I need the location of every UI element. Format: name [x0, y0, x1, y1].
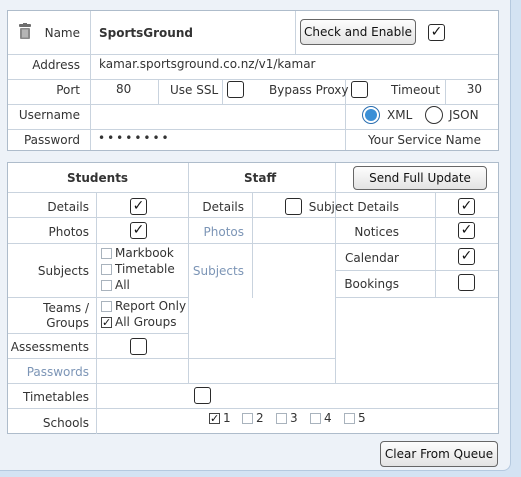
timetable-checkbox[interactable]: [101, 264, 112, 275]
staff-details-checkbox[interactable]: [285, 198, 302, 215]
students-details-label: Details: [47, 200, 89, 214]
use-ssl-label: Use SSL: [170, 83, 219, 97]
school-3-label: 3: [290, 411, 298, 425]
students-photos-label: Photos: [48, 225, 89, 239]
use-ssl-checkbox[interactable]: [227, 81, 244, 98]
groups-label: Groups: [46, 316, 89, 330]
subject-details-label: Subject Details: [308, 200, 399, 214]
staff-photos-label: Photos: [203, 225, 244, 239]
timetable-label: Timetable: [115, 262, 175, 276]
name-field[interactable]: SportsGround: [99, 26, 193, 40]
enabled-checkbox[interactable]: ✓: [428, 24, 445, 41]
password-label: Password: [23, 133, 80, 147]
timetables-checkbox[interactable]: [194, 387, 211, 404]
bypass-proxy-label: Bypass Proxy: [269, 83, 349, 97]
clear-from-queue-button[interactable]: Clear From Queue: [380, 441, 498, 467]
school-2-label: 2: [256, 411, 264, 425]
bookings-label: Bookings: [344, 277, 399, 291]
json-radio[interactable]: [425, 106, 443, 124]
calendar-label: Calendar: [345, 251, 399, 265]
school-5-label: 5: [358, 411, 366, 425]
report-only-label: Report Only: [115, 299, 187, 313]
school-1-checkbox[interactable]: ✓: [209, 413, 220, 424]
all-subjects-checkbox[interactable]: [101, 280, 112, 291]
json-label: JSON: [449, 108, 479, 122]
school-3-checkbox[interactable]: [276, 413, 287, 424]
xml-label: XML: [387, 108, 413, 122]
bookings-checkbox[interactable]: [458, 274, 475, 291]
connection-box: [7, 10, 499, 151]
school-4-checkbox[interactable]: [310, 413, 321, 424]
students-photos-checkbox[interactable]: ✓: [130, 222, 147, 239]
xml-radio[interactable]: [362, 106, 380, 124]
report-only-checkbox[interactable]: [101, 301, 112, 312]
passwords-label: Passwords: [26, 365, 89, 379]
check-and-enable-button[interactable]: Check and Enable: [300, 19, 416, 45]
markbook-checkbox[interactable]: [101, 248, 112, 259]
subject-details-checkbox[interactable]: ✓: [458, 198, 475, 215]
port-label: Port: [56, 83, 80, 97]
school-2-checkbox[interactable]: [242, 413, 253, 424]
staff-header: Staff: [244, 171, 277, 185]
bypass-proxy-checkbox[interactable]: [351, 81, 368, 98]
address-label: Address: [32, 58, 80, 72]
school-4-label: 4: [324, 411, 332, 425]
all-groups-label: All Groups: [115, 315, 177, 329]
timetables-label: Timetables: [22, 390, 89, 404]
username-label: Username: [18, 108, 80, 122]
send-full-update-button[interactable]: Send Full Update: [353, 166, 487, 190]
assessments-label: Assessments: [10, 340, 89, 354]
service-name-field[interactable]: Your Service Name: [368, 133, 481, 147]
school-5-checkbox[interactable]: [344, 413, 355, 424]
school-1-label: 1: [223, 411, 231, 425]
markbook-label: Markbook: [115, 246, 174, 260]
timeout-label: Timeout: [391, 83, 441, 97]
trash-icon[interactable]: [18, 23, 32, 40]
students-details-checkbox[interactable]: ✓: [130, 198, 147, 215]
staff-subjects-label: Subjects: [192, 264, 244, 278]
assessments-checkbox[interactable]: [130, 338, 147, 355]
calendar-checkbox[interactable]: ✓: [458, 248, 475, 265]
staff-details-label: Details: [202, 200, 244, 214]
notices-label: Notices: [354, 225, 399, 239]
password-field[interactable]: ••••••••: [98, 131, 171, 145]
schools-label: Schools: [42, 416, 89, 430]
students-header: Students: [67, 171, 129, 185]
students-subjects-label: Subjects: [37, 264, 89, 278]
name-label: Name: [44, 26, 80, 40]
teams-label: Teams /: [43, 301, 89, 315]
notices-checkbox[interactable]: ✓: [458, 222, 475, 239]
address-field[interactable]: kamar.sportsground.co.nz/v1/kamar: [99, 57, 316, 71]
port-field[interactable]: 80: [116, 82, 131, 96]
all-groups-checkbox[interactable]: ✓: [101, 317, 112, 328]
all-subjects-label: All: [115, 278, 130, 292]
timeout-field[interactable]: 30: [467, 82, 482, 96]
